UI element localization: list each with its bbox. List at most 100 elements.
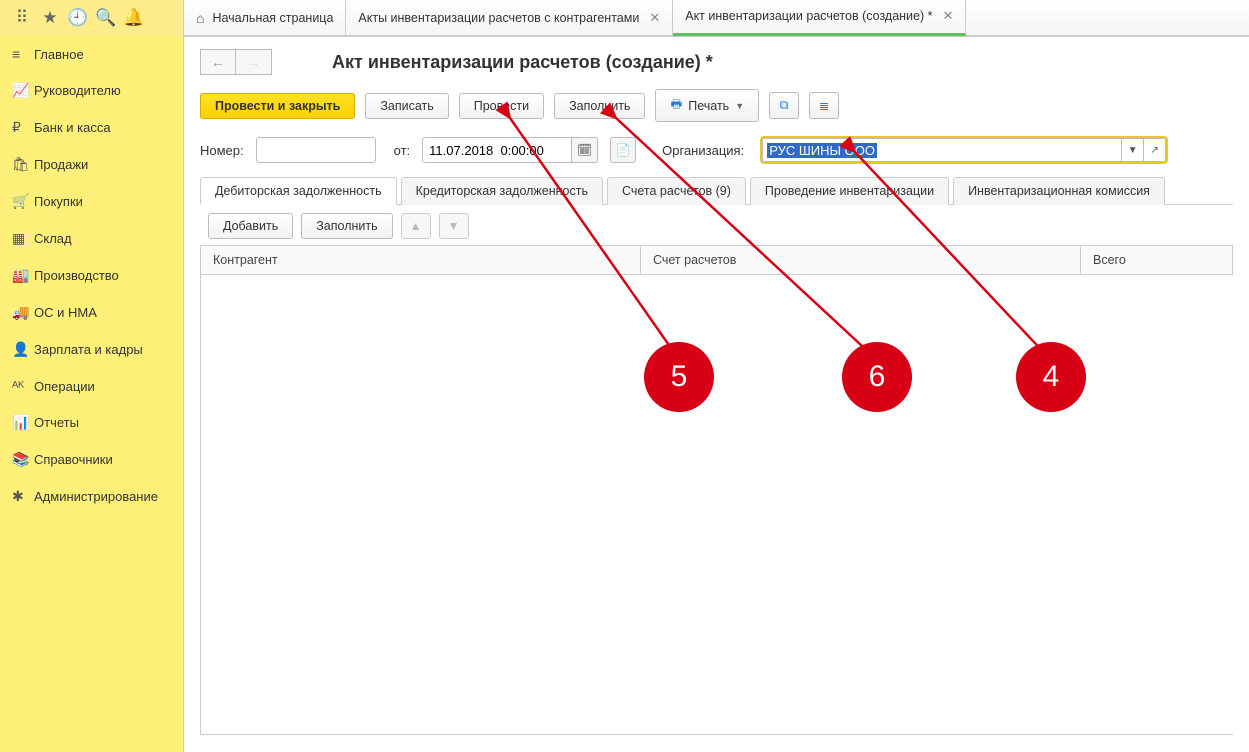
- cart-icon: 🛒: [12, 193, 34, 210]
- sidebar-item-bank[interactable]: ₽Банк и касса: [0, 109, 183, 146]
- grid-icon: ▦: [12, 230, 34, 247]
- top-icons: ⠿ ★ 🕘 🔍 🔔: [0, 0, 184, 36]
- register-button[interactable]: ⧉: [769, 92, 799, 119]
- sidebar-item-purchases[interactable]: 🛒Покупки: [0, 183, 183, 220]
- doc-date-button[interactable]: 📄: [610, 137, 636, 163]
- date-input[interactable]: [422, 137, 572, 163]
- search-icon[interactable]: 🔍: [92, 4, 120, 32]
- org-label: Организация:: [662, 143, 744, 158]
- subtabs: Дебиторская задолженность Кредиторская з…: [200, 176, 1233, 205]
- annotation-5: 5: [644, 342, 714, 412]
- books-icon: 📚: [12, 451, 34, 468]
- subtab-inventory[interactable]: Проведение инвентаризации: [750, 177, 949, 205]
- home-icon: ⌂: [196, 10, 204, 26]
- sidebar-item-label: Операции: [34, 379, 95, 394]
- print-button[interactable]: 🖶 Печать ▼: [655, 89, 759, 122]
- apps-icon[interactable]: ⠿: [8, 4, 36, 32]
- sidebar-item-manager[interactable]: 📈Руководителю: [0, 72, 183, 109]
- tab-label: Акт инвентаризации расчетов (создание) *: [685, 9, 932, 23]
- move-up-button[interactable]: ▲: [401, 213, 431, 239]
- ops-icon: ᴬᴷ: [12, 378, 34, 394]
- save-button[interactable]: Записать: [365, 93, 448, 119]
- print-label: Печать: [688, 99, 729, 113]
- sidebar-item-label: Покупки: [34, 194, 83, 209]
- org-input[interactable]: РУС ШИНЫ ООО: [762, 138, 1122, 162]
- chart-icon: 📈: [12, 82, 34, 99]
- ruble-icon: ₽: [12, 119, 34, 136]
- table-body[interactable]: [200, 275, 1233, 735]
- sidebar-item-reports[interactable]: 📊Отчеты: [0, 404, 183, 441]
- col-total[interactable]: Всего: [1081, 246, 1233, 274]
- annotation-label: 5: [671, 360, 688, 394]
- fill-button[interactable]: Заполнить: [554, 93, 645, 119]
- calendar-button[interactable]: 🗓: [572, 137, 598, 163]
- clipboard-icon[interactable]: 🕘: [64, 4, 92, 32]
- add-button[interactable]: Добавить: [208, 213, 293, 239]
- back-button[interactable]: ←: [200, 49, 236, 75]
- table-header: Контрагент Счет расчетов Всего: [200, 245, 1233, 275]
- sidebar-item-label: Руководителю: [34, 83, 121, 98]
- subtab-commission[interactable]: Инвентаризационная комиссия: [953, 177, 1165, 205]
- org-dropdown-button[interactable]: ▼: [1122, 138, 1144, 162]
- fill-rows-button[interactable]: Заполнить: [301, 213, 392, 239]
- person-icon: 👤: [12, 341, 34, 358]
- sidebar-item-admin[interactable]: ✱Администрирование: [0, 478, 183, 515]
- form-row: Номер: от: 🗓 📄 Организация: РУС ШИНЫ ООО…: [200, 136, 1233, 164]
- sidebar-item-operations[interactable]: ᴬᴷОперации: [0, 368, 183, 404]
- menu-icon: ≡: [12, 46, 34, 62]
- sidebar-item-label: Администрирование: [34, 489, 158, 504]
- sidebar-item-production[interactable]: 🏭Производство: [0, 257, 183, 294]
- page-title: Акт инвентаризации расчетов (создание) *: [332, 52, 713, 73]
- factory-icon: 🏭: [12, 267, 34, 284]
- gear-icon: ✱: [12, 488, 34, 505]
- subtab-accounts[interactable]: Счета расчетов (9): [607, 177, 746, 205]
- subtab-debit[interactable]: Дебиторская задолженность: [200, 177, 397, 205]
- org-value: РУС ШИНЫ ООО: [767, 143, 877, 158]
- sidebar-item-label: Продажи: [34, 157, 88, 172]
- sidebar-item-sales[interactable]: 🛍Продажи: [0, 146, 183, 183]
- top-bar: ⠿ ★ 🕘 🔍 🔔 ⌂ Начальная страница Акты инве…: [0, 0, 1249, 36]
- annotation-4: 4: [1016, 342, 1086, 412]
- annotation-6: 6: [842, 342, 912, 412]
- chevron-down-icon: ▼: [735, 101, 744, 111]
- sidebar-item-label: Склад: [34, 231, 72, 246]
- sidebar-item-label: Отчеты: [34, 415, 79, 430]
- tabs: ⌂ Начальная страница Акты инвентаризации…: [184, 0, 966, 36]
- sidebar-item-salary[interactable]: 👤Зарплата и кадры: [0, 331, 183, 368]
- tab-label: Акты инвентаризации расчетов с контраген…: [358, 11, 639, 25]
- sidebar-item-main[interactable]: ≡Главное: [0, 36, 183, 72]
- sidebar-item-refs[interactable]: 📚Справочники: [0, 441, 183, 478]
- tab-act-create[interactable]: Акт инвентаризации расчетов (создание) *…: [673, 0, 966, 36]
- list-button[interactable]: ≣: [809, 92, 839, 119]
- bell-icon[interactable]: 🔔: [120, 4, 148, 32]
- sidebar-item-stock[interactable]: ▦Склад: [0, 220, 183, 257]
- close-icon[interactable]: ✕: [649, 10, 660, 26]
- inner-toolbar: Добавить Заполнить ▲ ▼: [200, 213, 1233, 239]
- tab-acts-list[interactable]: Акты инвентаризации расчетов с контраген…: [346, 0, 673, 36]
- number-input[interactable]: [256, 137, 376, 163]
- forward-button[interactable]: →: [236, 49, 272, 75]
- move-down-button[interactable]: ▼: [439, 213, 469, 239]
- close-icon[interactable]: ✕: [943, 8, 954, 24]
- org-open-button[interactable]: ↗: [1144, 138, 1166, 162]
- number-label: Номер:: [200, 143, 244, 158]
- tab-home[interactable]: ⌂ Начальная страница: [184, 0, 346, 36]
- from-label: от:: [394, 143, 411, 158]
- sidebar-item-label: ОС и НМА: [34, 305, 97, 320]
- subtab-credit[interactable]: Кредиторская задолженность: [401, 177, 603, 205]
- tab-label: Начальная страница: [212, 11, 333, 25]
- post-close-button[interactable]: Провести и закрыть: [200, 93, 355, 119]
- bag-icon: 🛍: [12, 156, 34, 173]
- annotation-label: 4: [1043, 360, 1060, 394]
- col-counterparty[interactable]: Контрагент: [201, 246, 641, 274]
- printer-icon: 🖶: [670, 95, 682, 116]
- post-button[interactable]: Провести: [459, 93, 544, 119]
- sidebar-item-assets[interactable]: 🚚ОС и НМА: [0, 294, 183, 331]
- main: ← → Акт инвентаризации расчетов (создани…: [184, 36, 1249, 752]
- star-icon[interactable]: ★: [36, 4, 64, 32]
- org-field-wrap: РУС ШИНЫ ООО ▼ ↗: [760, 136, 1168, 164]
- sidebar-item-label: Зарплата и кадры: [34, 342, 143, 357]
- annotation-label: 6: [869, 360, 886, 394]
- sidebar: ≡Главное 📈Руководителю ₽Банк и касса 🛍Пр…: [0, 36, 184, 752]
- col-account[interactable]: Счет расчетов: [641, 246, 1081, 274]
